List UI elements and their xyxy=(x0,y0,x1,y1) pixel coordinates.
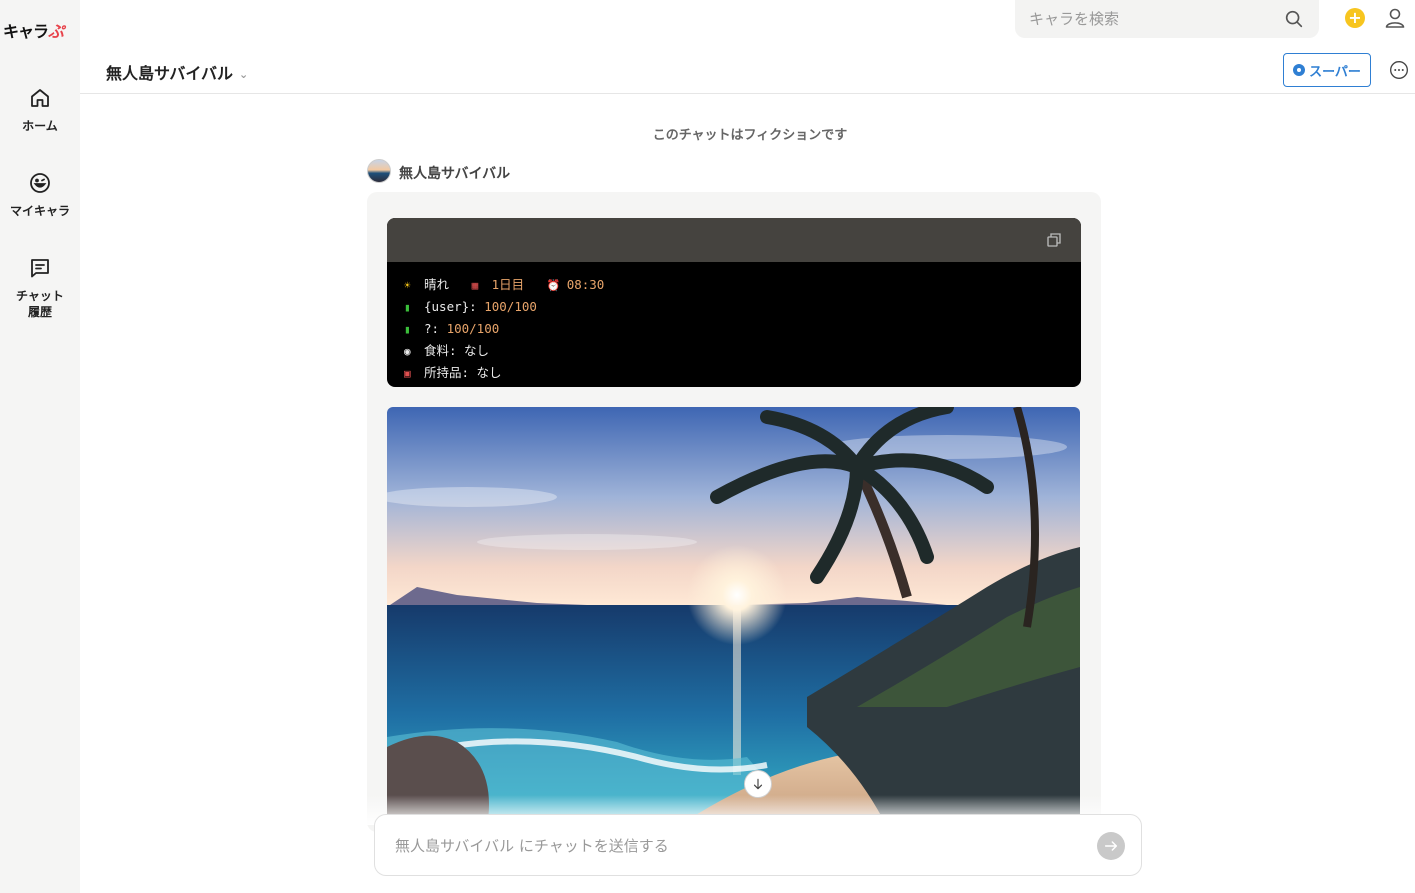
sun-icon: ☀ xyxy=(404,279,411,292)
scene-image[interactable] xyxy=(387,407,1080,827)
status-line-user-hp: ▮ {user}: 100/100 xyxy=(404,296,1064,318)
header-divider xyxy=(80,93,1415,94)
chat-history-icon xyxy=(31,259,49,278)
logo-main: キャラ xyxy=(3,22,49,41)
code-block-body: ☀ 晴れ ▦ 1日目 ⏰ 08:30 ▮ {user}: 100/100 ▮?: 100… xyxy=(387,262,1081,387)
status-line-items: ▣ 所持品: なし xyxy=(404,362,1064,384)
send-button[interactable] xyxy=(1097,832,1125,860)
battery-icon: ▮ xyxy=(404,301,411,314)
sidebar-item-my-chara[interactable]: マイキャラ xyxy=(0,171,80,219)
calendar-icon: ▦ xyxy=(471,279,479,292)
super-label: スーパー xyxy=(1309,64,1361,80)
chat-title: 無人島サバイバル xyxy=(106,64,234,83)
sidebar-item-label: チャット 履歴 xyxy=(16,289,64,319)
character-name: 無人島サバイバル xyxy=(399,166,511,182)
home-icon xyxy=(31,89,49,107)
alarm-clock-icon: ⏰ xyxy=(546,279,561,292)
more-options-icon[interactable] xyxy=(1389,60,1409,80)
app-logo[interactable]: キャラぷ xyxy=(3,18,64,42)
smile-icon xyxy=(30,173,50,193)
chevron-down-icon: ⌄ xyxy=(239,68,249,81)
scroll-down-button[interactable] xyxy=(744,770,772,798)
chat-composer xyxy=(374,814,1142,876)
super-icon xyxy=(1293,64,1306,76)
status-line-food: ◉ 食料: なし xyxy=(404,340,1064,362)
search-box xyxy=(1015,0,1319,38)
status-code-block: ☀ 晴れ ▦ 1日目 ⏰ 08:30 ▮ {user}: 100/100 ▮?: 100… xyxy=(387,218,1081,387)
code-block-header xyxy=(387,218,1081,262)
super-button[interactable]: スーパー xyxy=(1283,53,1371,87)
chat-title-dropdown[interactable]: 無人島サバイバル ⌄ xyxy=(106,60,248,84)
arrow-right-icon xyxy=(1104,841,1118,851)
character-avatar[interactable] xyxy=(367,159,391,183)
plate-icon: ◉ xyxy=(404,345,411,358)
logo-accent: ぷ xyxy=(48,22,64,41)
sidebar-item-label: マイキャラ xyxy=(9,204,70,218)
search-icon[interactable] xyxy=(1283,8,1305,30)
status-line-weather: ☀ 晴れ ▦ 1日目 ⏰ 08:30 xyxy=(404,274,1064,296)
sidebar-item-chat-history[interactable]: チャット 履歴 xyxy=(0,256,80,320)
status-line-partner-hp: ▮?: 100/100 xyxy=(404,318,1064,340)
copy-icon[interactable] xyxy=(1045,231,1063,249)
user-icon[interactable] xyxy=(1383,6,1407,30)
search-input[interactable] xyxy=(1029,7,1279,31)
fiction-notice: このチャットはフィクションです xyxy=(652,128,848,143)
gift-icon: ▣ xyxy=(404,367,411,380)
arrow-down-icon xyxy=(753,778,763,790)
chat-input[interactable] xyxy=(395,833,1075,859)
battery-icon: ▮ xyxy=(404,323,411,336)
coin-icon[interactable]: + xyxy=(1345,8,1365,28)
